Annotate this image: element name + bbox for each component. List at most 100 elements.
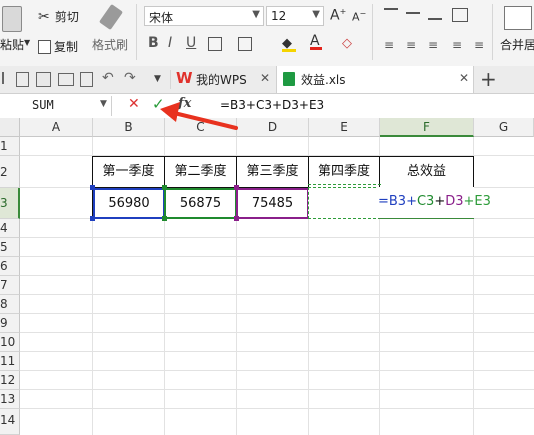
formula-input[interactable]: =B3+C3+D3+E3	[220, 98, 324, 112]
save-icon[interactable]	[36, 72, 51, 87]
row-header[interactable]: 2	[0, 156, 20, 188]
row-header[interactable]: 8	[0, 295, 20, 314]
cell-e3[interactable]	[308, 187, 381, 219]
cut-button[interactable]: ✂ 剪切	[38, 6, 79, 25]
align-top-icon[interactable]	[384, 8, 398, 20]
column-header[interactable]: C	[165, 118, 237, 137]
column-header-selected[interactable]: F	[380, 118, 474, 137]
header-cell-f2[interactable]: 总效益	[380, 156, 473, 187]
chevron-down-icon: ▼	[312, 9, 320, 20]
align-left-icon[interactable]: ≡	[384, 38, 394, 52]
row-header[interactable]: 6	[0, 257, 20, 276]
header-cell-b2[interactable]: 第一季度	[93, 156, 164, 187]
ref-handle[interactable]	[234, 185, 239, 190]
increase-font-icon[interactable]: A+	[330, 7, 346, 24]
borders-icon[interactable]	[208, 37, 222, 51]
format-painter-button[interactable]: 格式刷	[92, 3, 130, 60]
row-header[interactable]: 13	[0, 390, 20, 409]
column-header[interactable]: B	[93, 118, 165, 137]
underline-button[interactable]: U	[186, 35, 196, 51]
paste-button[interactable]: 粘贴 ▼	[0, 4, 32, 60]
row-header[interactable]: 10	[0, 333, 20, 352]
row-header[interactable]: 1	[0, 137, 20, 156]
copy-label: 复制	[54, 40, 79, 54]
font-color-icon[interactable]: A	[310, 33, 322, 50]
row-header[interactable]: 4	[0, 219, 20, 238]
print-preview-icon[interactable]	[80, 72, 93, 87]
add-tab-icon[interactable]: +	[480, 67, 497, 91]
spreadsheet-icon	[283, 72, 295, 86]
gridline	[20, 370, 534, 371]
justify-icon[interactable]: ≡	[452, 38, 462, 52]
tab-file-label: 效益.xls	[301, 73, 346, 87]
ref-handle[interactable]	[162, 216, 167, 221]
ref-handle[interactable]	[90, 216, 95, 221]
row-header[interactable]: 9	[0, 314, 20, 333]
name-box[interactable]: SUM ▼	[0, 96, 112, 116]
cell-d3-value: 75485	[251, 196, 294, 211]
distribute-icon[interactable]: ≡	[474, 38, 484, 52]
align-bottom-icon[interactable]	[428, 8, 442, 20]
wrap-text-icon[interactable]	[452, 8, 468, 22]
align-right-icon[interactable]: ≡	[428, 38, 438, 52]
header-cell-e2[interactable]: 第四季度	[309, 156, 379, 187]
merge-label: 合并居	[500, 38, 534, 52]
column-header[interactable]: G	[474, 118, 534, 137]
tab-my-wps-label: 我的WPS	[196, 73, 247, 87]
close-icon[interactable]: ✕	[260, 71, 270, 85]
redo-icon[interactable]: ↷	[124, 70, 136, 86]
merge-center-button[interactable]: 合并居	[500, 4, 534, 60]
header-cell-d2[interactable]: 第三季度	[237, 156, 308, 187]
insert-function-icon[interactable]: fx	[178, 96, 191, 111]
bold-button[interactable]: B	[148, 35, 159, 51]
row-header[interactable]: 11	[0, 352, 20, 371]
scissors-icon: ✂	[38, 9, 50, 25]
cell-d3[interactable]: 75485	[236, 188, 309, 219]
merge-cells-icon	[504, 6, 532, 30]
font-size-select[interactable]: 12 ▼	[266, 6, 324, 26]
row-header[interactable]: 7	[0, 276, 20, 295]
divider	[136, 4, 137, 60]
column-header[interactable]: D	[237, 118, 309, 137]
row-header[interactable]: 12	[0, 371, 20, 390]
cell-f3-editing[interactable]: =B3+C3+D3+E3	[378, 187, 491, 219]
row-header[interactable]: 5	[0, 238, 20, 257]
new-file-icon[interactable]	[16, 72, 29, 87]
close-icon[interactable]: ✕	[459, 71, 469, 85]
cell-b3[interactable]: 56980	[93, 188, 165, 219]
font-name-select[interactable]: 宋体 ▼	[144, 6, 264, 26]
copy-button[interactable]: 复制	[38, 36, 78, 54]
cell-c3[interactable]: 56875	[164, 188, 237, 219]
select-all-corner[interactable]	[0, 118, 20, 137]
spreadsheet-grid: A B C D E F G 1 2 3 4 5 6 7 8 9 10 11 12…	[0, 118, 534, 435]
row-header[interactable]: 14	[0, 409, 20, 435]
chevron-down-icon[interactable]: ▼	[100, 99, 107, 109]
quick-access-dropdown-icon[interactable]: ▼	[154, 74, 161, 84]
fill-color-icon[interactable]: ◆	[282, 36, 296, 52]
menu-icon[interactable]	[2, 72, 14, 84]
tab-my-wps[interactable]: W 我的WPS ✕	[176, 69, 274, 90]
clear-format-icon[interactable]: ◇	[342, 36, 352, 51]
decrease-font-icon[interactable]: A−	[352, 9, 366, 24]
confirm-formula-icon[interactable]: ✓	[152, 95, 165, 113]
row-header-selected[interactable]: 3	[0, 188, 20, 219]
gridline	[20, 275, 534, 276]
ref-handle[interactable]	[90, 185, 95, 190]
chevron-down-icon[interactable]: ▼	[24, 38, 30, 47]
column-header[interactable]: A	[20, 118, 93, 137]
cancel-formula-icon[interactable]: ✕	[128, 96, 140, 112]
tab-file[interactable]: 效益.xls ✕	[276, 66, 474, 93]
header-cell-c2[interactable]: 第二季度	[165, 156, 236, 187]
italic-button[interactable]: I	[168, 35, 172, 51]
merge-grid-icon[interactable]	[238, 37, 252, 51]
cell-b3-value: 56980	[108, 196, 150, 211]
gridline	[20, 389, 534, 390]
ref-handle[interactable]	[162, 185, 167, 190]
align-center-icon[interactable]: ≡	[406, 38, 416, 52]
copy-icon	[38, 39, 51, 54]
ref-handle[interactable]	[234, 216, 239, 221]
undo-icon[interactable]: ↶	[102, 70, 114, 86]
column-header[interactable]: E	[309, 118, 380, 137]
align-middle-icon[interactable]	[406, 12, 420, 14]
print-icon[interactable]	[58, 73, 74, 86]
